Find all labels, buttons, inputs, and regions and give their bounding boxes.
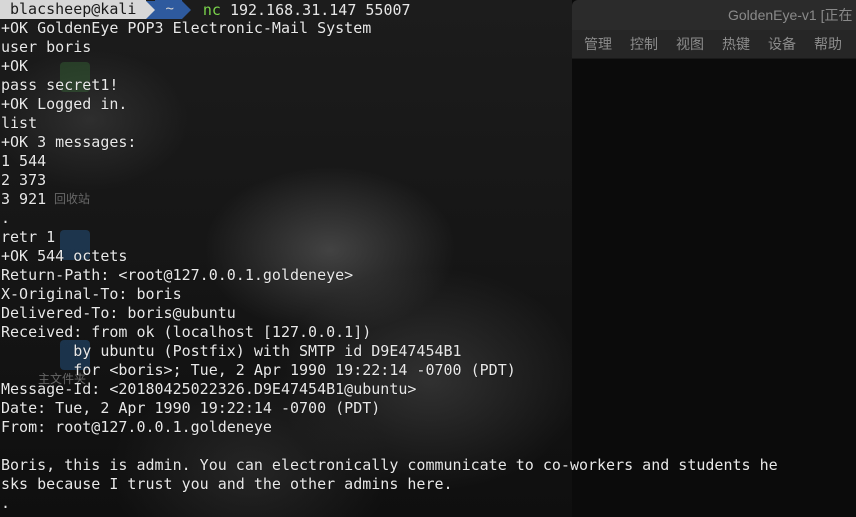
- prompt-command-args: 192.168.31.147 55007: [229, 0, 411, 19]
- terminal-line: +OK 544 octets: [1, 247, 128, 265]
- terminal-line: X-Original-To: boris: [1, 285, 182, 303]
- terminal-line: for <boris>; Tue, 2 Apr 1990 19:22:14 -0…: [1, 361, 516, 379]
- terminal-line: .: [1, 209, 11, 227]
- terminal-line: From: root@127.0.0.1.goldeneye: [1, 418, 272, 436]
- prompt-user-host: blacsheep@kali: [0, 0, 147, 19]
- terminal-line: 2 373: [1, 171, 47, 189]
- terminal-line: 3 921: [1, 190, 47, 208]
- terminal-line: retr 1: [1, 228, 56, 246]
- prompt-separator-icon: [181, 0, 191, 19]
- terminal-line: +OK Logged in.: [1, 95, 128, 113]
- terminal-line: .: [1, 494, 11, 512]
- terminal-line: Message-Id: <20180425022326.D9E47454B1@u…: [1, 380, 417, 398]
- terminal-line: +OK 3 messages:: [1, 133, 137, 151]
- terminal-line: pass secret1!: [1, 76, 119, 94]
- terminal-line: list: [1, 114, 38, 132]
- terminal-line: by ubuntu (Postfix) with SMTP id D9E4745…: [1, 342, 462, 360]
- terminal-line: user boris: [1, 38, 92, 56]
- terminal-line: Boris, this is admin. You can electronic…: [1, 456, 778, 474]
- terminal-line: 1 544: [1, 152, 47, 170]
- terminal-line: +OK: [1, 57, 29, 75]
- terminal[interactable]: blacsheep@kali ~ nc 192.168.31.147 55007…: [0, 0, 856, 517]
- terminal-line: sks because I trust you and the other ad…: [1, 475, 453, 493]
- prompt-directory: ~: [155, 0, 182, 19]
- terminal-line: Received: from ok (localhost [127.0.0.1]…: [1, 323, 372, 341]
- terminal-line: Date: Tue, 2 Apr 1990 19:22:14 -0700 (PD…: [1, 399, 381, 417]
- terminal-line: +OK GoldenEye POP3 Electronic-Mail Syste…: [1, 19, 372, 37]
- prompt-separator-icon: [146, 0, 156, 19]
- terminal-line: Return-Path: <root@127.0.0.1.goldeneye>: [1, 266, 354, 284]
- shell-prompt: blacsheep@kali ~ nc 192.168.31.147 55007: [0, 0, 856, 19]
- terminal-line: Delivered-To: boris@ubuntu: [1, 304, 236, 322]
- terminal-output: +OK GoldenEye POP3 Electronic-Mail Syste…: [0, 19, 856, 513]
- prompt-command: nc: [202, 0, 221, 19]
